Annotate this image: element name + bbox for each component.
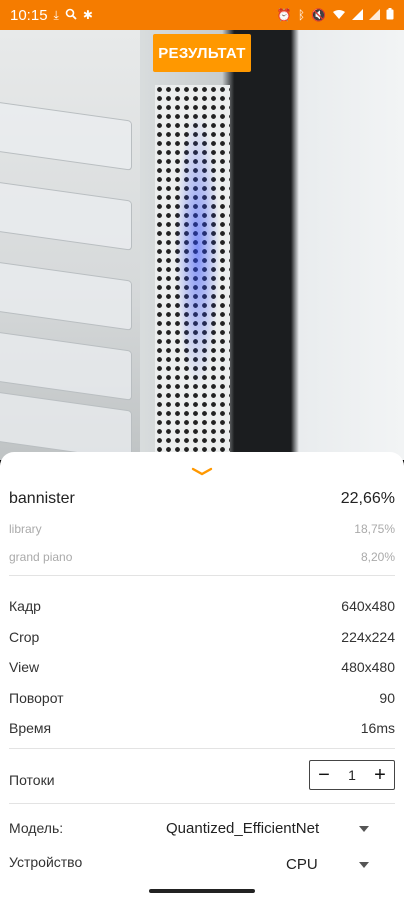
result-value: 8,20%	[360, 550, 395, 564]
top-result-row: bannister 22,66%	[9, 490, 395, 508]
info-row-crop: Crop 224x224	[9, 629, 395, 645]
bottom-sheet: bannister 22,66% library 18,75% grand pi…	[0, 452, 404, 900]
dropdown-arrow-icon	[359, 862, 369, 868]
result-label: grand piano	[9, 550, 73, 564]
status-bar: 10:15 ⤓ ✱ ⏰ ᛒ 🔇	[0, 0, 404, 30]
result-row: grand piano 8,20%	[9, 550, 395, 564]
tray	[0, 389, 132, 460]
search-icon	[65, 8, 77, 22]
info-row-time: Время 16ms	[9, 720, 395, 736]
bluetooth-icon: ᛒ	[297, 8, 306, 22]
info-row-view: View 480x480	[9, 659, 395, 675]
threads-row: Потоки	[9, 772, 55, 788]
info-label: Кадр	[9, 598, 41, 614]
info-value: 16ms	[360, 720, 395, 736]
result-label: library	[9, 522, 42, 536]
chevron-down-icon[interactable]	[190, 466, 214, 478]
status-left: 10:15 ⤓ ✱	[10, 7, 93, 24]
mute-icon: 🔇	[311, 8, 326, 22]
tray	[0, 99, 132, 171]
divider	[9, 575, 395, 576]
threads-value: 1	[348, 767, 356, 783]
dropdown-arrow-icon	[359, 826, 369, 832]
signal-icon	[352, 8, 363, 22]
wifi-icon	[332, 9, 346, 22]
home-gesture-pill[interactable]	[149, 889, 255, 893]
divider	[9, 748, 395, 749]
info-value: 90	[379, 690, 395, 706]
top-result-label: bannister	[9, 490, 75, 507]
top-result-value: 22,66%	[340, 490, 395, 507]
download-icon: ⤓	[53, 8, 59, 22]
battery-icon	[386, 8, 394, 22]
model-label: Модель:	[9, 820, 64, 836]
status-time: 10:15	[10, 6, 48, 24]
result-button[interactable]: РЕЗУЛЬТАТ	[153, 34, 251, 72]
divider	[9, 803, 395, 804]
model-select-value: Quantized_EfficientNet	[166, 819, 320, 837]
result-row: library 18,75%	[9, 522, 395, 536]
minus-button[interactable]: −	[316, 764, 332, 787]
status-right: ⏰ ᛒ 🔇	[277, 8, 394, 22]
info-label: View	[9, 659, 40, 675]
threads-stepper: − 1 +	[309, 760, 395, 790]
signal-icon	[369, 8, 380, 22]
blue-glow	[175, 110, 220, 390]
tray	[0, 329, 132, 401]
info-value: 640x480	[341, 598, 395, 614]
navigation-bar	[0, 883, 404, 900]
camera-preview[interactable]	[0, 30, 404, 460]
tray	[0, 259, 132, 331]
info-row-frame: Кадр 640x480	[9, 598, 395, 614]
camera-shelves	[0, 30, 140, 460]
info-label: Время	[9, 720, 52, 736]
tray	[0, 179, 132, 251]
result-value: 18,75%	[354, 522, 395, 536]
model-select[interactable]: Quantized_EfficientNet	[160, 818, 395, 838]
info-label: Crop	[9, 629, 40, 645]
info-row-rotation: Поворот 90	[9, 690, 395, 706]
threads-label: Потоки	[9, 772, 55, 788]
info-value: 224x224	[341, 629, 395, 645]
device-select-value: CPU	[286, 855, 318, 873]
device-select[interactable]: CPU	[280, 854, 395, 874]
device-label: Устройство	[9, 854, 83, 870]
info-value: 480x480	[341, 659, 395, 675]
info-label: Поворот	[9, 690, 64, 706]
pinwheel-icon: ✱	[82, 8, 93, 22]
plus-button[interactable]: +	[372, 764, 388, 787]
alarm-icon: ⏰	[276, 8, 292, 22]
